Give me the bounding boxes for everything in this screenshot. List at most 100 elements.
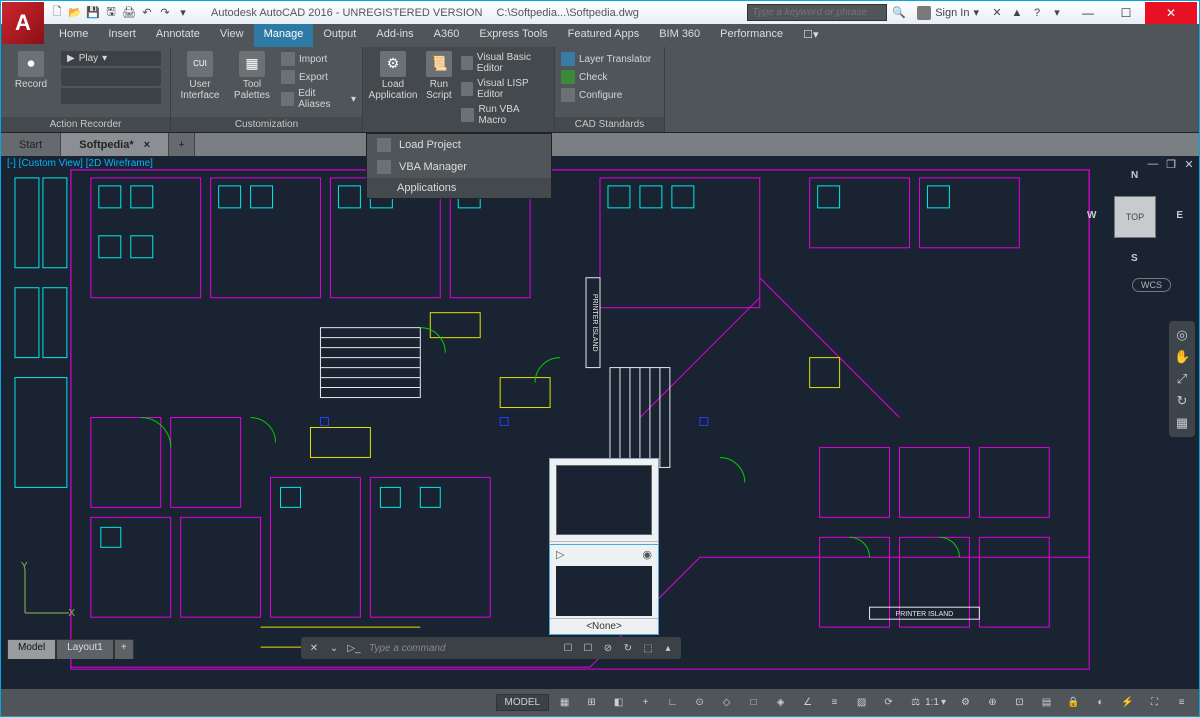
compass-w[interactable]: W bbox=[1087, 210, 1096, 221]
isodraft-icon[interactable]: ◇ bbox=[715, 693, 738, 712]
cmd-opt3-icon[interactable]: ⊘ bbox=[599, 640, 617, 656]
redo-icon[interactable]: ↷ bbox=[157, 5, 173, 21]
recording-name-input[interactable] bbox=[61, 88, 161, 104]
dropdown-section-title[interactable]: Applications bbox=[367, 178, 551, 198]
sheet-thumbnail-popup[interactable]: 1 bbox=[549, 458, 659, 556]
compass-n[interactable]: N bbox=[1131, 170, 1138, 181]
recorder-options[interactable] bbox=[61, 68, 161, 86]
units-icon[interactable]: ⊡ bbox=[1008, 693, 1031, 712]
tab-addins[interactable]: Add-ins bbox=[366, 24, 423, 47]
tool-palettes-button[interactable]: ▦ Tool Palettes bbox=[227, 49, 277, 103]
transparency-icon[interactable]: ▨ bbox=[850, 693, 873, 712]
a360-icon[interactable]: ▲ bbox=[1009, 5, 1025, 21]
orbit-icon[interactable]: ↻ bbox=[1174, 393, 1190, 409]
sign-in-button[interactable]: Sign In ▾ bbox=[911, 6, 985, 20]
user-interface-button[interactable]: CUI User Interface bbox=[175, 49, 225, 103]
polar-icon[interactable]: ⊙ bbox=[688, 693, 711, 712]
showmotion-icon[interactable]: ▦ bbox=[1174, 415, 1190, 431]
import-button[interactable]: Import bbox=[279, 51, 358, 67]
load-project-item[interactable]: Load Project bbox=[367, 134, 551, 156]
annotation-monitor-icon[interactable]: ⊕ bbox=[981, 693, 1004, 712]
saveas-icon[interactable]: 🖫 bbox=[103, 5, 119, 21]
lock-ui-icon[interactable]: 🔒 bbox=[1062, 693, 1085, 712]
start-tab[interactable]: Start bbox=[1, 133, 61, 156]
panel-title[interactable]: CAD Standards bbox=[555, 117, 664, 132]
viewcube-face[interactable]: TOP bbox=[1114, 196, 1156, 238]
osnap-icon[interactable]: □ bbox=[742, 693, 765, 712]
customize-status-icon[interactable]: ≡ bbox=[1170, 693, 1193, 712]
compass-s[interactable]: S bbox=[1131, 253, 1138, 264]
zoom-extents-icon[interactable]: ⤢ bbox=[1174, 371, 1190, 387]
tab-featured-apps[interactable]: Featured Apps bbox=[558, 24, 650, 47]
play-preview-icon[interactable]: ▷ bbox=[556, 548, 564, 561]
ortho-icon[interactable]: ∟ bbox=[661, 693, 684, 712]
quick-properties-icon[interactable]: ▤ bbox=[1035, 693, 1058, 712]
showmotion-popup[interactable]: ▷ ◉ <None> bbox=[549, 544, 659, 635]
tab-view[interactable]: View bbox=[210, 24, 254, 47]
load-application-button[interactable]: ⚙ Load Application bbox=[367, 49, 419, 103]
cmd-recent-icon[interactable]: ✕ bbox=[305, 640, 323, 656]
layout1-tab[interactable]: Layout1 bbox=[56, 639, 114, 659]
qat-dropdown-icon[interactable]: ▾ bbox=[175, 5, 191, 21]
check-button[interactable]: Check bbox=[559, 69, 653, 85]
tab-annotate[interactable]: Annotate bbox=[146, 24, 210, 47]
plot-icon[interactable]: 🖨 bbox=[121, 5, 137, 21]
otrack-icon[interactable]: ∠ bbox=[796, 693, 819, 712]
undo-icon[interactable]: ↶ bbox=[139, 5, 155, 21]
close-button[interactable]: ✕ bbox=[1145, 2, 1197, 24]
open-icon[interactable]: 📂 bbox=[67, 5, 83, 21]
tab-home[interactable]: Home bbox=[49, 24, 98, 47]
help-dropdown-icon[interactable]: ▾ bbox=[1049, 5, 1065, 21]
run-script-button[interactable]: 📜 Run Script bbox=[421, 49, 457, 103]
edit-aliases-button[interactable]: Edit Aliases▾ bbox=[279, 87, 358, 111]
snap-icon[interactable]: ⊞ bbox=[580, 693, 603, 712]
tab-performance[interactable]: Performance bbox=[710, 24, 793, 47]
save-icon[interactable]: 💾 bbox=[85, 5, 101, 21]
play-button[interactable]: ▶ Play ▾ bbox=[61, 51, 161, 66]
tab-output[interactable]: Output bbox=[313, 24, 366, 47]
export-button[interactable]: Export bbox=[279, 69, 358, 85]
loop-preview-icon[interactable]: ◉ bbox=[642, 548, 652, 561]
compass-e[interactable]: E bbox=[1176, 210, 1183, 221]
configure-button[interactable]: Configure bbox=[559, 87, 653, 103]
cmd-customize-icon[interactable]: ⌄ bbox=[325, 640, 343, 656]
grid-icon[interactable]: ▦ bbox=[553, 693, 576, 712]
command-line[interactable]: ✕ ⌄ ▷_ Type a command ☐ ☐ ⊘ ↻ ⬚ ▴ bbox=[301, 637, 681, 659]
cmd-opt1-icon[interactable]: ☐ bbox=[559, 640, 577, 656]
isolate-icon[interactable]: ◐ bbox=[1089, 693, 1112, 712]
vle-button[interactable]: Visual LISP Editor bbox=[459, 77, 550, 101]
steering-wheel-icon[interactable]: ◎ bbox=[1174, 327, 1190, 343]
vba-macro-button[interactable]: Run VBA Macro bbox=[459, 103, 550, 127]
selection-cycling-icon[interactable]: ⟳ bbox=[877, 693, 900, 712]
tab-bim360[interactable]: BIM 360 bbox=[649, 24, 710, 47]
lineweight-icon[interactable]: ≡ bbox=[823, 693, 846, 712]
drawing-viewport[interactable]: [-] [Custom View] [2D Wireframe] — ❐ ✕ bbox=[1, 156, 1199, 689]
ucs-icon[interactable]: Y X bbox=[15, 563, 75, 623]
pan-icon[interactable]: ✋ bbox=[1174, 349, 1190, 365]
workspace-icon[interactable]: ⚙ bbox=[954, 693, 977, 712]
cmd-opt5-icon[interactable]: ⬚ bbox=[639, 640, 657, 656]
new-tab-button[interactable]: + bbox=[169, 133, 195, 156]
record-button[interactable]: ⏺ Record bbox=[5, 49, 57, 92]
tab-express-tools[interactable]: Express Tools bbox=[469, 24, 557, 47]
new-icon[interactable]: 🗋 bbox=[49, 5, 65, 21]
vba-manager-item[interactable]: VBA Manager bbox=[367, 156, 551, 178]
help-search-input[interactable] bbox=[747, 4, 887, 21]
viewcube[interactable]: N E S W TOP bbox=[1085, 162, 1185, 282]
maximize-button[interactable]: ☐ bbox=[1107, 2, 1145, 24]
command-input[interactable]: Type a command bbox=[365, 643, 557, 654]
tab-a360[interactable]: A360 bbox=[424, 24, 470, 47]
panel-title[interactable]: Action Recorder bbox=[1, 117, 170, 132]
document-tab[interactable]: Softpedia*× bbox=[61, 133, 169, 156]
search-icon[interactable]: 🔍 bbox=[891, 5, 907, 21]
infer-icon[interactable]: ◧ bbox=[607, 693, 630, 712]
panel-title[interactable]: Customization bbox=[171, 117, 362, 132]
ribbon-extra-icon[interactable]: ☐▾ bbox=[793, 24, 828, 47]
tab-insert[interactable]: Insert bbox=[98, 24, 146, 47]
help-icon[interactable]: ? bbox=[1029, 5, 1045, 21]
model-space-button[interactable]: MODEL bbox=[496, 694, 550, 711]
hardware-accel-icon[interactable]: ⚡ bbox=[1116, 693, 1139, 712]
tab-manage[interactable]: Manage bbox=[254, 24, 314, 47]
cmd-opt2-icon[interactable]: ☐ bbox=[579, 640, 597, 656]
close-tab-icon[interactable]: × bbox=[144, 139, 150, 151]
